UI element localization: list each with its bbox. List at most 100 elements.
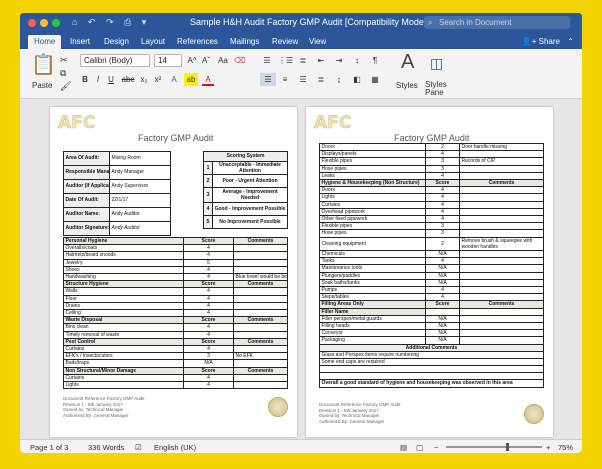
view-web-layout-icon[interactable]: ▢ bbox=[416, 443, 423, 452]
align-right-icon[interactable]: ☰ bbox=[296, 73, 310, 86]
table-cell: N/A bbox=[425, 250, 460, 259]
footer-line: Document Reference Factory GMP Audit bbox=[63, 396, 145, 401]
underline-button[interactable]: U bbox=[106, 73, 116, 86]
justify-icon[interactable]: ≣ bbox=[314, 73, 328, 86]
tab-references[interactable]: References bbox=[171, 35, 224, 49]
sort-icon[interactable]: ↕ bbox=[350, 54, 364, 67]
strikethrough-button[interactable]: abc bbox=[121, 73, 135, 86]
font-name-select[interactable]: Calibri (Body) bbox=[80, 54, 150, 67]
bullets-icon[interactable]: ☰ bbox=[260, 54, 274, 67]
numbering-icon[interactable]: ⋮☰ bbox=[278, 54, 293, 67]
shrink-font-button[interactable]: Aˇ bbox=[200, 54, 212, 67]
table-row: Filler perspex/metal guards N/A bbox=[319, 314, 544, 324]
cut-icon[interactable]: ✂ bbox=[60, 55, 68, 66]
table-cell bbox=[459, 271, 544, 280]
align-left-icon[interactable]: ☰ bbox=[260, 73, 276, 86]
footer-line: Document Reference Factory GMP Audit bbox=[319, 402, 401, 407]
styles-pane-button[interactable]: Styles Pane bbox=[425, 81, 455, 97]
table-cell bbox=[459, 171, 544, 181]
zoom-slider[interactable] bbox=[446, 446, 542, 448]
table-cell: Andy Auditor bbox=[109, 221, 171, 236]
table-row: Shoes 4 bbox=[63, 265, 288, 275]
tab-view[interactable]: View bbox=[303, 35, 332, 49]
tab-home[interactable]: Home bbox=[28, 35, 62, 49]
table-row bbox=[319, 372, 544, 381]
table-cell: 1 bbox=[203, 160, 213, 176]
text-effects-icon[interactable]: A bbox=[168, 73, 180, 86]
highlight-button[interactable]: ab bbox=[184, 73, 198, 86]
table-row: Pumps 4 bbox=[319, 286, 544, 295]
table-cell: Score bbox=[425, 179, 460, 188]
table-cell: Non Structural/Minor Damage bbox=[63, 366, 184, 375]
table-cell bbox=[233, 309, 288, 318]
table-cell: Mixing Room bbox=[109, 151, 171, 166]
tab-insert[interactable]: Insert bbox=[64, 35, 96, 49]
styles-icon[interactable]: A bbox=[401, 51, 414, 74]
search-input[interactable]: ⌕ Search in Document bbox=[424, 16, 570, 29]
language-label[interactable]: English (UK) bbox=[154, 443, 196, 452]
font-color-button[interactable]: A bbox=[202, 73, 214, 86]
minimize-window-button[interactable] bbox=[40, 19, 48, 27]
table-cell: Walls bbox=[63, 287, 184, 296]
copy-icon[interactable]: ⧉ bbox=[60, 68, 66, 79]
bold-button[interactable]: B bbox=[80, 73, 90, 86]
clear-format-icon[interactable]: ⌫ bbox=[234, 54, 245, 67]
ribbon-collapse-icon[interactable]: ⌃ bbox=[567, 35, 574, 49]
scoring-row: 1 Unacceptable - Immediate Attention bbox=[203, 160, 289, 176]
table-cell: N/A bbox=[183, 359, 234, 368]
info-row: Area Of Audit: Mixing Room bbox=[63, 151, 171, 166]
clipboard-icon[interactable]: 📋 bbox=[31, 52, 56, 77]
decrease-indent-icon[interactable]: ⇤ bbox=[314, 54, 328, 67]
view-print-layout-icon[interactable]: ▤ bbox=[400, 443, 407, 452]
styles-pane-icon[interactable]: ◫ bbox=[430, 55, 443, 72]
share-button[interactable]: 👤+ Share bbox=[522, 35, 560, 49]
table-cell bbox=[459, 215, 544, 224]
subscript-button[interactable]: x₂ bbox=[138, 73, 150, 86]
change-case-button[interactable]: Aa bbox=[216, 54, 230, 67]
borders-icon[interactable]: ▦ bbox=[368, 73, 382, 86]
shading-icon[interactable]: ◧ bbox=[350, 73, 364, 86]
quick-access-toolbar[interactable]: ⌂ ↶ ↷ ⎙ ▾ bbox=[72, 17, 150, 28]
table-cell: Hygiene & Housekeeping (Non Structure) bbox=[319, 179, 426, 188]
paste-button[interactable]: Paste bbox=[32, 81, 52, 90]
table-cell: Overhead pipework bbox=[319, 207, 426, 217]
page-1[interactable]: AFC Factory GMP Audit Area Of Audit: Mixi… bbox=[50, 107, 297, 437]
table-cell: Flexible pipes bbox=[319, 157, 426, 166]
table-row: Ceiling 4 bbox=[63, 309, 288, 318]
table-cell: Remove brush & squeegee with wooden hand… bbox=[459, 236, 544, 252]
tab-layout[interactable]: Layout bbox=[135, 35, 171, 49]
table-cell: Leaks bbox=[319, 171, 426, 181]
zoom-out-icon[interactable]: − bbox=[434, 443, 438, 452]
grow-font-button[interactable]: A^ bbox=[186, 54, 198, 67]
styles-button[interactable]: Styles bbox=[396, 81, 418, 90]
zoom-level[interactable]: 75% bbox=[558, 443, 573, 452]
line-spacing-icon[interactable]: ↨ bbox=[332, 73, 346, 86]
align-center-icon[interactable]: ≡ bbox=[278, 73, 292, 86]
ribbon-home: 📋 Paste ✂ ⧉ 🖌 Calibri (Body) 14 A^ Aˇ Aa… bbox=[20, 49, 582, 99]
superscript-button[interactable]: x² bbox=[152, 73, 164, 86]
tab-review[interactable]: Review bbox=[266, 35, 304, 49]
table-row: Overhead pipework 4 bbox=[319, 207, 544, 217]
table-cell: Pumps bbox=[319, 286, 426, 295]
proofing-icon[interactable]: ☑ bbox=[135, 443, 142, 452]
font-size-select[interactable]: 14 bbox=[154, 54, 182, 67]
scoring-row: 4 Good - Improvement Possible bbox=[203, 202, 289, 217]
page-2[interactable]: AFC Factory GMP Audit Doors 2 Door handle … bbox=[306, 107, 553, 437]
zoom-window-button[interactable] bbox=[52, 19, 60, 27]
show-marks-icon[interactable]: ¶ bbox=[368, 54, 382, 67]
page-count[interactable]: Page 1 of 3 bbox=[30, 443, 68, 452]
table-row: Cleaning equipment 2 Remove brush & squeeg… bbox=[319, 236, 544, 252]
format-painter-icon[interactable]: 🖌 bbox=[60, 81, 71, 92]
table-cell: Comments bbox=[233, 236, 288, 246]
word-count[interactable]: 336 Words bbox=[88, 443, 124, 452]
increase-indent-icon[interactable]: ⇥ bbox=[332, 54, 346, 67]
italic-button[interactable]: I bbox=[93, 73, 103, 86]
multilevel-list-icon[interactable]: ≣ bbox=[296, 54, 310, 67]
zoom-slider-thumb[interactable] bbox=[506, 443, 509, 451]
table-row: Displays/panels 4 bbox=[319, 150, 544, 159]
tab-mailings[interactable]: Mailings bbox=[224, 35, 265, 49]
close-window-button[interactable] bbox=[28, 19, 36, 27]
document-canvas[interactable]: AFC Factory GMP Audit Area Of Audit: Mixi… bbox=[20, 99, 582, 439]
tab-design[interactable]: Design bbox=[98, 35, 135, 49]
zoom-in-icon[interactable]: + bbox=[546, 443, 550, 452]
